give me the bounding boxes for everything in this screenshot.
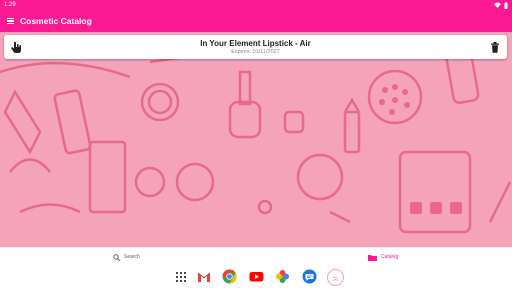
status-time: 1:29 — [4, 2, 16, 8]
lipstick-icon — [332, 276, 339, 282]
trash-icon[interactable] — [490, 42, 500, 53]
search-icon — [113, 253, 120, 261]
bottom-nav: Search Catalog — [0, 247, 512, 266]
menu-icon[interactable] — [7, 16, 14, 26]
item-expiry: Expires: 01/11/2027 — [231, 49, 280, 55]
app-bar: Cosmetic Catalog — [0, 10, 512, 32]
nav-search-label: Search — [124, 254, 140, 260]
battery-icon — [504, 1, 508, 9]
gmail-icon[interactable] — [197, 269, 211, 284]
app-icon[interactable] — [327, 269, 344, 286]
photos-icon[interactable] — [275, 269, 290, 284]
folder-icon — [368, 254, 377, 261]
list-item[interactable]: In Your Element Lipstick - Air Expires: … — [4, 35, 507, 59]
wifi-icon — [494, 2, 501, 8]
cosmetics-pattern — [0, 49, 512, 234]
chrome-icon[interactable] — [222, 269, 237, 284]
youtube-icon[interactable] — [249, 269, 264, 284]
system-icons — [494, 0, 508, 10]
apps-grid-icon[interactable] — [175, 269, 187, 284]
system-dock — [0, 265, 512, 288]
nav-catalog-label: Catalog — [381, 254, 399, 260]
status-bar: 1:29 — [0, 0, 512, 10]
item-name: In Your Element Lipstick - Air — [200, 39, 311, 48]
nav-search[interactable]: Search — [113, 248, 140, 266]
app-title: Cosmetic Catalog — [20, 16, 92, 26]
catalog-content[interactable]: In Your Element Lipstick - Air Expires: … — [0, 32, 512, 247]
messages-icon[interactable] — [302, 269, 317, 284]
nav-catalog[interactable]: Catalog — [368, 248, 398, 266]
